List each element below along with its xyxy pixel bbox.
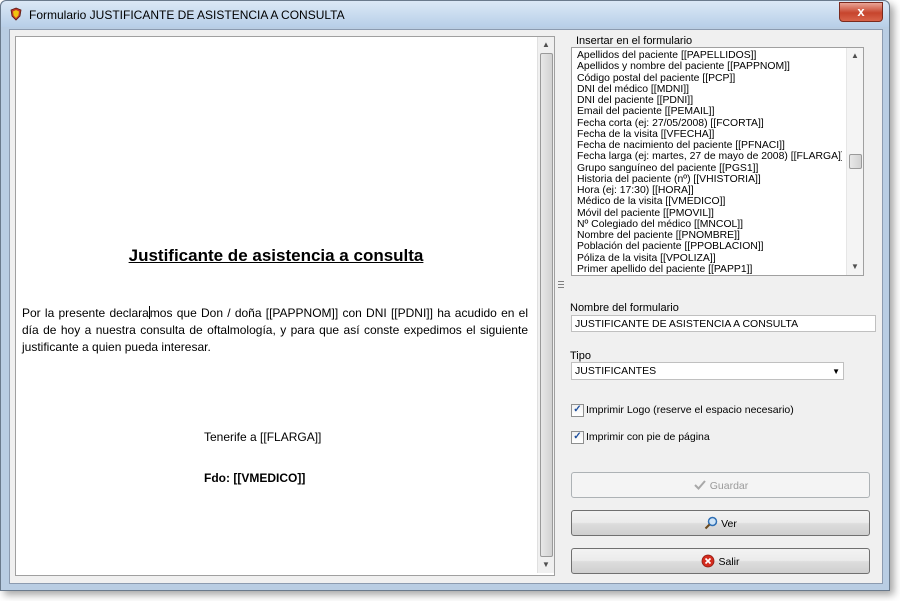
document-body[interactable]: Por la presente declaramos que Don / doñ… bbox=[22, 305, 528, 356]
insert-field-item[interactable]: Apellidos del paciente [[PAPELLIDOS]] bbox=[577, 50, 842, 61]
insert-field-item[interactable]: DNI del médico [[MDNI]] bbox=[577, 84, 842, 95]
close-icon: x bbox=[857, 4, 865, 19]
insert-field-item[interactable]: Médico de la visita [[VMEDICO]] bbox=[577, 196, 842, 207]
insert-field-item[interactable]: Primer apellido del paciente [[PAPP1]] bbox=[577, 264, 842, 275]
document-body-part1: Por la presente declara bbox=[22, 306, 149, 320]
insert-field-item[interactable]: Población del paciente [[PPOBLACION]] bbox=[577, 241, 842, 252]
print-logo-label: Imprimir Logo (reserve el espacio necesa… bbox=[586, 404, 794, 416]
form-name-input[interactable]: JUSTIFICANTE DE ASISTENCIA A CONSULTA bbox=[571, 315, 876, 332]
editor-scroll-thumb[interactable] bbox=[540, 53, 553, 557]
insert-field-item[interactable]: Móvil del paciente [[PMOVIL]] bbox=[577, 208, 842, 219]
insert-field-item[interactable]: Fecha corta (ej: 27/05/2008) [[FCORTA]] bbox=[577, 118, 842, 129]
list-scroll-down-icon[interactable]: ▼ bbox=[847, 259, 863, 275]
chevron-down-icon: ▼ bbox=[832, 367, 840, 376]
save-button[interactable]: Guardar bbox=[571, 472, 870, 498]
title-bar[interactable]: Formulario JUSTIFICANTE DE ASISTENCIA A … bbox=[1, 1, 889, 27]
tipo-select[interactable]: JUSTIFICANTES ▼ bbox=[571, 362, 844, 380]
insert-field-item[interactable]: Grupo sanguíneo del paciente [[PGS1]] bbox=[577, 163, 842, 174]
list-scrollbar[interactable]: ▲ ▼ bbox=[846, 48, 863, 275]
tipo-selected-value: JUSTIFICANTES bbox=[575, 365, 657, 377]
insert-field-item[interactable]: Historia del paciente (nº) [[VHISTORIA]] bbox=[577, 174, 842, 185]
insert-field-item[interactable]: Fecha de nacimiento del paciente [[PFNAC… bbox=[577, 140, 842, 151]
print-footer-label: Imprimir con pie de página bbox=[586, 431, 710, 443]
editor-scrollbar[interactable]: ▲ ▼ bbox=[537, 37, 554, 573]
view-button-label: Ver bbox=[721, 518, 737, 530]
main-window: Formulario JUSTIFICANTE DE ASISTENCIA A … bbox=[0, 0, 890, 591]
save-button-label: Guardar bbox=[709, 480, 749, 492]
splitter-grip-icon[interactable] bbox=[558, 280, 564, 290]
print-footer-checkbox[interactable]: ✓ bbox=[571, 431, 584, 444]
list-scroll-thumb[interactable] bbox=[849, 154, 862, 169]
insert-field-item[interactable]: Nº Colegiado del médico [[MNCOL]] bbox=[577, 219, 842, 230]
document-signature-line: Fdo: [[VMEDICO]] bbox=[204, 471, 306, 485]
insert-field-item[interactable]: Fecha de la visita [[VFECHA]] bbox=[577, 129, 842, 140]
view-button[interactable]: Ver bbox=[571, 510, 870, 536]
window-title: Formulario JUSTIFICANTE DE ASISTENCIA A … bbox=[29, 8, 345, 22]
scroll-down-arrow-icon[interactable]: ▼ bbox=[538, 557, 554, 573]
exit-x-icon bbox=[702, 554, 715, 568]
document-place-line: Tenerife a [[FLARGA]] bbox=[204, 430, 322, 444]
insert-label: Insertar en el formulario bbox=[576, 35, 693, 47]
insert-field-item[interactable]: DNI del paciente [[PDNI]] bbox=[577, 95, 842, 106]
document-editor[interactable]: Justificante de asistencia a consulta Po… bbox=[15, 36, 555, 576]
form-client-area: Justificante de asistencia a consulta Po… bbox=[9, 29, 883, 584]
document-title: Justificante de asistencia a consulta bbox=[128, 246, 424, 265]
exit-button-label: Salir bbox=[718, 556, 740, 568]
insert-field-item[interactable]: Nombre del paciente [[PNOMBRE]] bbox=[577, 230, 842, 241]
scroll-up-arrow-icon[interactable]: ▲ bbox=[538, 37, 554, 53]
magnifier-icon bbox=[704, 516, 718, 530]
list-scroll-up-icon[interactable]: ▲ bbox=[847, 48, 863, 64]
insert-field-item[interactable]: Apellidos y nombre del paciente [[PAPPNO… bbox=[577, 61, 842, 72]
app-shield-icon bbox=[10, 7, 22, 21]
insert-field-item[interactable]: Hora (ej: 17:30) [[HORA]] bbox=[577, 185, 842, 196]
form-name-label: Nombre del formulario bbox=[570, 302, 679, 314]
insert-fields-items: Apellidos del paciente [[PAPELLIDOS]] Ape… bbox=[572, 48, 863, 275]
print-logo-checkbox[interactable]: ✓ bbox=[571, 404, 584, 417]
insert-field-item[interactable]: Email del paciente [[PEMAIL]] bbox=[577, 106, 842, 117]
exit-button[interactable]: Salir bbox=[571, 548, 870, 574]
close-button[interactable]: x bbox=[839, 2, 883, 22]
checkmark-icon bbox=[694, 480, 706, 490]
insert-field-item[interactable]: Póliza de la visita [[VPOLIZA]] bbox=[577, 253, 842, 264]
tipo-label: Tipo bbox=[570, 350, 591, 362]
insert-field-item[interactable]: Código postal del paciente [[PCP]] bbox=[577, 73, 842, 84]
insert-fields-list[interactable]: Apellidos del paciente [[PAPELLIDOS]] Ape… bbox=[571, 47, 864, 276]
insert-field-item[interactable]: Fecha larga (ej: martes, 27 de mayo de 2… bbox=[577, 151, 842, 162]
